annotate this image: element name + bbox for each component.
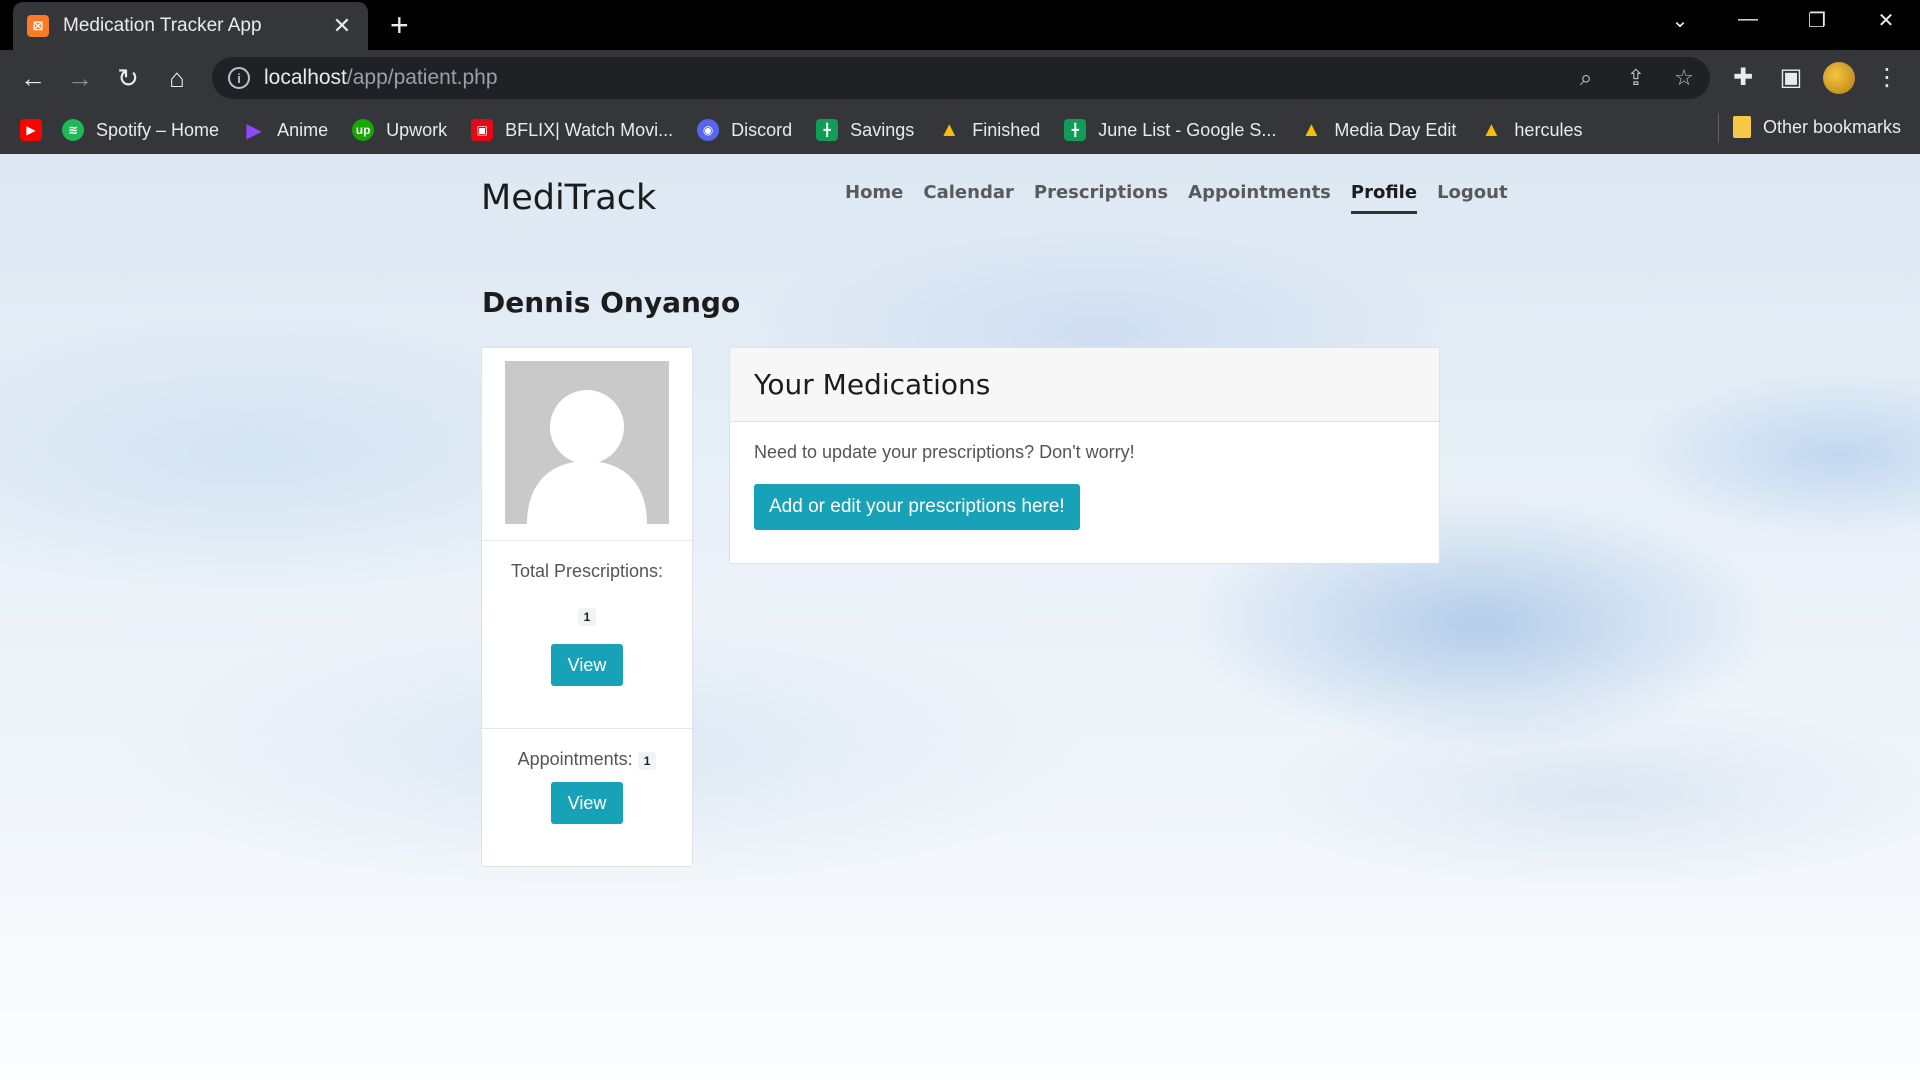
- other-bookmarks-label: Other bookmarks: [1763, 116, 1902, 137]
- nav-calendar[interactable]: Calendar: [923, 182, 1013, 214]
- zoom-icon[interactable]: ⌕: [1572, 65, 1600, 91]
- drive-icon: ▲: [939, 118, 960, 141]
- sheets-icon: ╋: [816, 119, 839, 141]
- total-prescriptions-label: Total Prescriptions:: [510, 561, 664, 581]
- spotify-icon: ≋: [62, 119, 84, 141]
- url-text: localhost/app/patient.php: [264, 66, 498, 90]
- nav-prescriptions[interactable]: Prescriptions: [1034, 182, 1168, 214]
- info-icon[interactable]: i: [228, 67, 250, 89]
- drive-icon: ▲: [1301, 118, 1322, 141]
- nav-profile[interactable]: Profile: [1350, 182, 1418, 214]
- youtube-icon: ▶: [20, 119, 42, 141]
- view-prescriptions-button[interactable]: View: [551, 644, 623, 686]
- medications-title: Your Medications: [754, 368, 991, 401]
- medications-text: Need to update your prescriptions? Don't…: [754, 442, 1135, 462]
- upwork-icon: up: [352, 119, 375, 141]
- bookmark-item[interactable]: ≋ Spotify – Home: [62, 119, 219, 141]
- close-icon[interactable]: ✕: [330, 13, 354, 39]
- page-title: Dennis Onyango: [482, 286, 741, 319]
- bookmark-item[interactable]: ▲ Media Day Edit: [1300, 119, 1456, 141]
- bookmarks-bar: ▶ ≋ Spotify – Home ▶ Anime up Upwork ▣ BFLIX| Wa…: [0, 106, 1920, 154]
- bookmark-label: Media Day Edit: [1334, 119, 1457, 140]
- extensions-icon[interactable]: ✚: [1728, 63, 1758, 92]
- bookmark-label: Anime: [277, 119, 329, 140]
- window-close-icon[interactable]: ✕: [1871, 8, 1901, 33]
- appointments-count-badge: 1: [637, 752, 657, 770]
- bookmarks-separator: [1718, 113, 1719, 143]
- reload-icon[interactable]: ↻: [112, 62, 144, 94]
- bookmark-item[interactable]: ▲ Finished: [938, 119, 1040, 141]
- bookmark-item[interactable]: ▶: [20, 119, 54, 141]
- bookmark-label: Savings: [850, 119, 915, 140]
- profile-avatar-icon[interactable]: [1823, 62, 1855, 94]
- bookmark-star-icon[interactable]: ☆: [1670, 65, 1698, 91]
- medications-card: Your Medications Need to update your pre…: [729, 347, 1440, 564]
- page-content: MediTrack Home Calendar Prescriptions Appoi…: [0, 154, 1920, 1080]
- card-divider: [482, 540, 692, 541]
- address-bar[interactable]: i localhost/app/patient.php ⌕ ⇪ ☆: [212, 57, 1710, 99]
- default-user-icon: [505, 361, 669, 524]
- side-panel-icon[interactable]: ▣: [1776, 63, 1806, 92]
- url-path: /app/patient.php: [346, 66, 498, 89]
- bookmark-label: Spotify – Home: [96, 119, 220, 140]
- bookmark-label: BFLIX| Watch Movi...: [505, 119, 674, 140]
- tab-title: Medication Tracker App: [63, 15, 262, 36]
- bookmark-label: Discord: [731, 119, 793, 140]
- nav-appointments[interactable]: Appointments: [1188, 182, 1331, 214]
- url-host: localhost: [264, 66, 347, 89]
- browser-titlebar: ⊠ Medication Tracker App ✕ + ⌄ — ❐ ✕: [0, 0, 1920, 50]
- bookmark-label: Upwork: [386, 119, 448, 140]
- profile-card: Total Prescriptions: 1 View Appointments…: [481, 347, 693, 867]
- view-appointments-button[interactable]: View: [551, 782, 623, 824]
- home-icon[interactable]: ⌂: [161, 62, 193, 94]
- edit-prescriptions-button[interactable]: Add or edit your prescriptions here!: [754, 484, 1080, 530]
- appointments-label: Appointments:: [517, 749, 633, 769]
- bookmark-item[interactable]: ╋ Savings: [816, 119, 914, 141]
- new-tab-icon[interactable]: +: [390, 9, 409, 41]
- minimize-icon[interactable]: —: [1733, 8, 1763, 31]
- appointments-stat: Appointments: 1: [482, 749, 692, 770]
- forward-icon[interactable]: →: [64, 62, 96, 94]
- bookmark-item[interactable]: ▲ hercules: [1480, 118, 1583, 141]
- bookmark-item[interactable]: up Upwork: [352, 119, 447, 141]
- brand-logo[interactable]: MediTrack: [481, 178, 656, 218]
- prescriptions-count-wrap: 1: [482, 608, 692, 626]
- main-nav: Home Calendar Prescriptions Appointments Pro…: [845, 182, 1528, 214]
- folder-icon: [1733, 116, 1751, 138]
- back-icon[interactable]: ←: [17, 62, 49, 94]
- share-icon[interactable]: ⇪: [1622, 65, 1650, 91]
- bookmark-item[interactable]: ▶ Anime: [243, 119, 329, 142]
- bookmark-label: June List - Google S...: [1098, 119, 1277, 140]
- restore-icon[interactable]: ❐: [1802, 8, 1832, 33]
- play-icon: ▶: [246, 119, 262, 142]
- nav-logout[interactable]: Logout: [1437, 182, 1508, 214]
- discord-icon: ◉: [697, 119, 720, 141]
- bookmark-label: Finished: [972, 119, 1041, 140]
- sheets-icon: ╋: [1064, 119, 1087, 141]
- prescriptions-count-badge: 1: [577, 608, 597, 626]
- drive-icon: ▲: [1481, 118, 1502, 141]
- bookmark-item[interactable]: ◉ Discord: [697, 119, 792, 141]
- medications-card-header: Your Medications: [730, 348, 1439, 422]
- card-divider: [482, 728, 692, 729]
- tab-search-icon[interactable]: ⌄: [1665, 8, 1695, 33]
- bookmark-item[interactable]: ▣ BFLIX| Watch Movi...: [471, 119, 673, 141]
- bflix-icon: ▣: [471, 119, 494, 141]
- nav-home[interactable]: Home: [845, 182, 903, 214]
- other-bookmarks[interactable]: Other bookmarks: [1733, 116, 1901, 138]
- browser-tab[interactable]: ⊠ Medication Tracker App ✕: [13, 2, 368, 50]
- bookmark-item[interactable]: ╋ June List - Google S...: [1064, 119, 1276, 141]
- browser-toolbar: ← → ↻ ⌂ i localhost/app/patient.php ⌕ ⇪ …: [0, 50, 1920, 106]
- xampp-icon: ⊠: [27, 15, 49, 37]
- menu-icon[interactable]: ⋮: [1872, 63, 1902, 92]
- bookmark-label: hercules: [1514, 119, 1583, 140]
- avatar: [505, 361, 669, 524]
